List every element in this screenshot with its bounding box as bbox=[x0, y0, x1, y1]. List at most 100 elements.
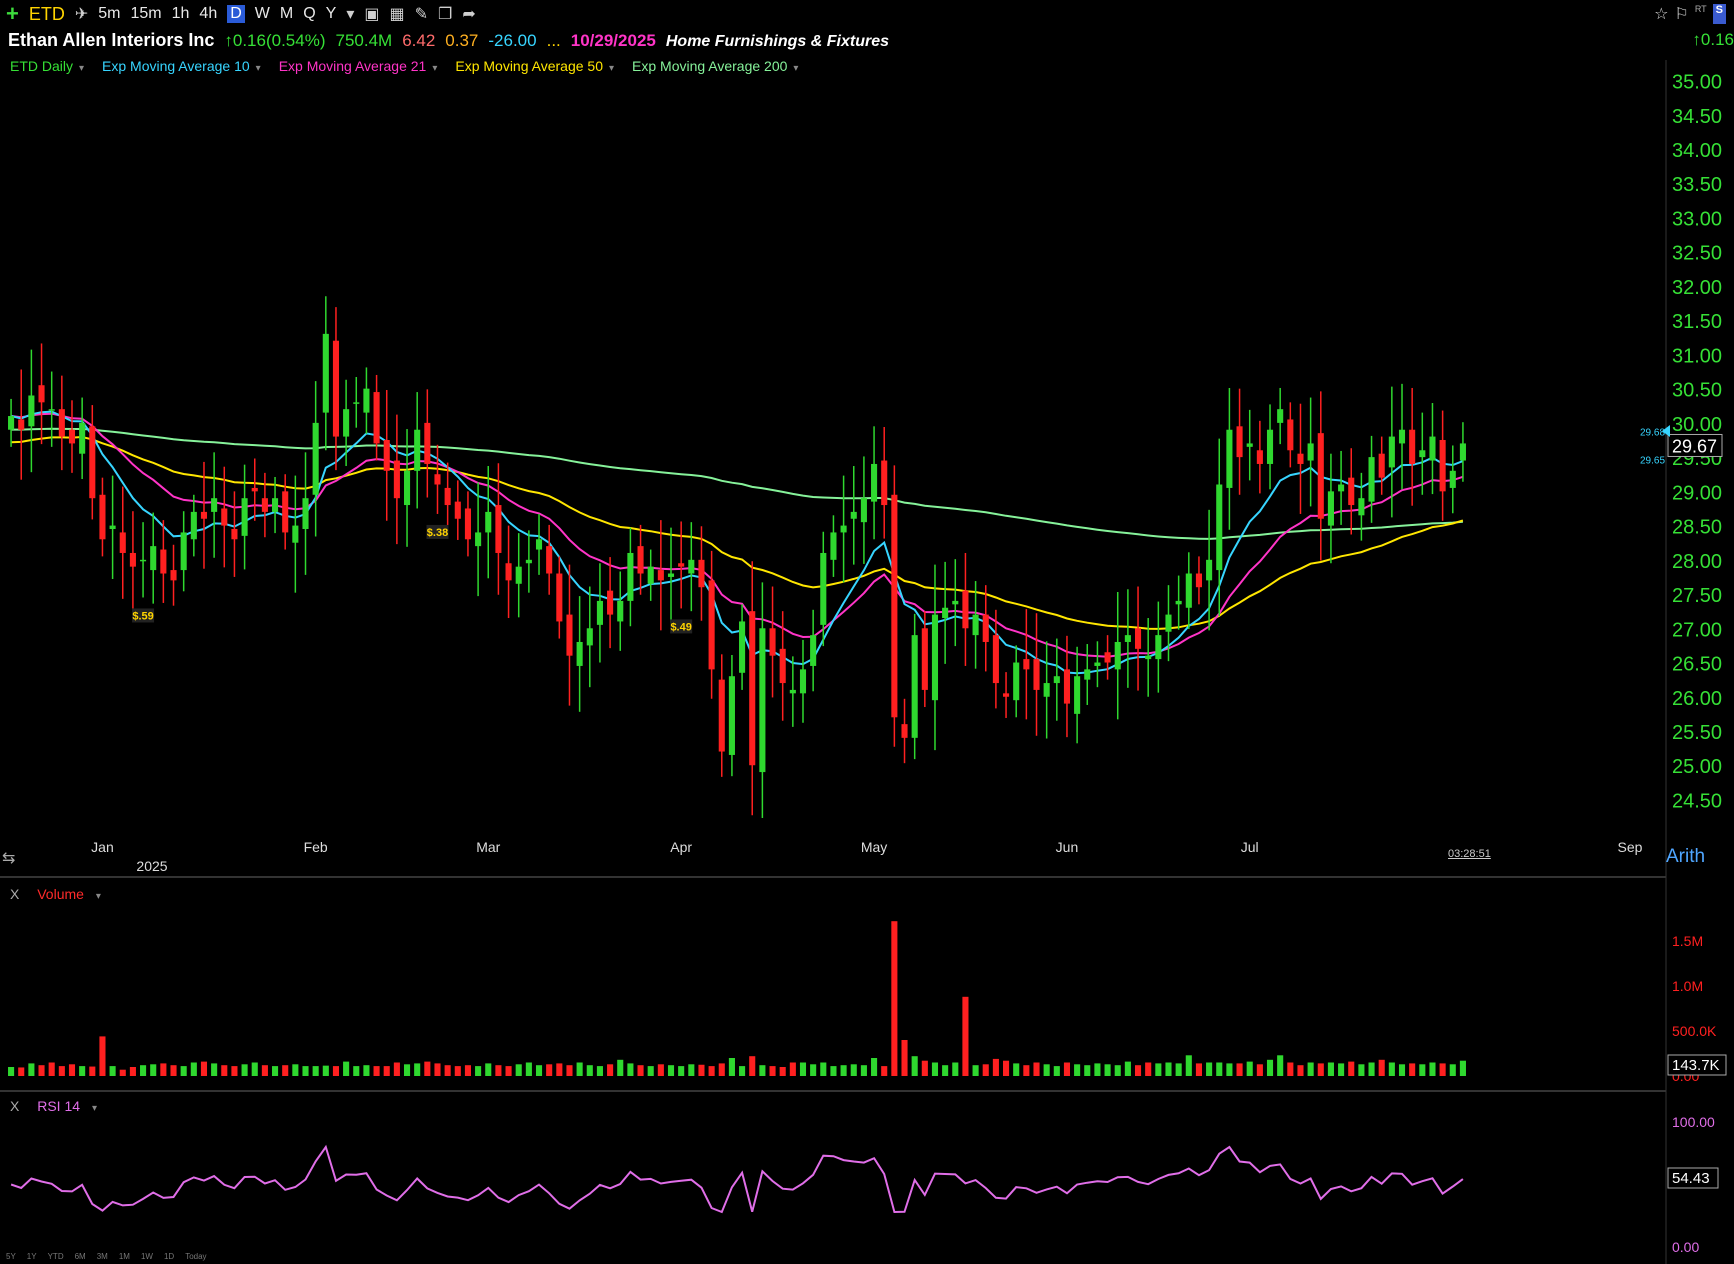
candle-body bbox=[1378, 453, 1385, 478]
volume-bar bbox=[1003, 1060, 1010, 1076]
ema-10-line bbox=[10, 410, 1464, 675]
rsi-title: RSI 14 bbox=[37, 1098, 81, 1114]
volume-bar bbox=[1388, 1062, 1395, 1076]
volume-bar bbox=[363, 1065, 370, 1076]
close-rsi-icon[interactable]: X bbox=[10, 1098, 19, 1114]
candle-body bbox=[140, 559, 147, 562]
candle-body bbox=[1266, 429, 1274, 464]
volume-bar bbox=[1165, 1062, 1172, 1076]
candle-body bbox=[343, 409, 350, 437]
y-tick-label: 29.00 bbox=[1672, 482, 1722, 504]
candle-body bbox=[109, 525, 116, 530]
volume-bar bbox=[28, 1063, 35, 1076]
candle-body bbox=[749, 611, 756, 766]
volume-bar bbox=[129, 1067, 136, 1076]
candle-body bbox=[1256, 450, 1263, 464]
volume-bar bbox=[1246, 1061, 1253, 1076]
candle-body bbox=[911, 635, 918, 738]
volume-bar bbox=[211, 1063, 218, 1076]
period-ytd[interactable]: YTD bbox=[48, 1252, 64, 1261]
volume-pane-label: X Volume ▾ bbox=[10, 886, 101, 902]
volume-bar bbox=[18, 1067, 25, 1076]
volume-bar bbox=[454, 1066, 461, 1076]
candle-body bbox=[1145, 655, 1152, 660]
volume-bar bbox=[403, 1064, 411, 1076]
volume-bar bbox=[1378, 1059, 1385, 1076]
period-1m[interactable]: 1M bbox=[119, 1252, 130, 1261]
link-icon[interactable]: ⇆ bbox=[2, 848, 15, 868]
period-1w[interactable]: 1W bbox=[141, 1252, 153, 1261]
y-tick-label: 31.00 bbox=[1672, 345, 1722, 367]
last-price-label: 29.67 bbox=[1672, 436, 1717, 456]
rsi-dropdown-icon[interactable]: ▾ bbox=[92, 1103, 97, 1114]
candle-body bbox=[190, 511, 197, 540]
candle-body bbox=[1195, 573, 1202, 588]
period-1y[interactable]: 1Y bbox=[27, 1252, 37, 1261]
candle-body bbox=[1398, 429, 1406, 444]
period-today[interactable]: Today bbox=[185, 1252, 206, 1261]
volume-bar bbox=[1033, 1062, 1040, 1076]
candle-body bbox=[150, 546, 157, 571]
volume-bar bbox=[1013, 1063, 1020, 1076]
y-tick-label: 27.00 bbox=[1672, 619, 1722, 641]
candle-body bbox=[789, 689, 796, 694]
volume-bar bbox=[1195, 1063, 1202, 1076]
volume-bar bbox=[688, 1064, 695, 1076]
y-tick-label: 33.00 bbox=[1672, 208, 1722, 230]
scale-mode[interactable]: Arith bbox=[1666, 846, 1705, 868]
period-5y[interactable]: 5Y bbox=[6, 1252, 16, 1261]
candle-body bbox=[363, 388, 370, 413]
candle-body bbox=[972, 614, 979, 636]
candle-body bbox=[1124, 635, 1131, 642]
price-chart[interactable]: 35.00 34.50 34.00 33.50 33.00 32.50 32.00 31.50… bbox=[0, 0, 1734, 1264]
candle-body bbox=[678, 563, 685, 567]
x-tick-label: Mar bbox=[476, 839, 500, 855]
candle-body bbox=[698, 559, 705, 588]
rsi-last-label: 54.43 bbox=[1672, 1170, 1710, 1187]
y-tick-label: 28.00 bbox=[1672, 551, 1722, 573]
candle-body bbox=[992, 635, 999, 684]
volume-bar bbox=[8, 1067, 15, 1076]
period-1d[interactable]: 1D bbox=[164, 1252, 174, 1261]
candle-body bbox=[586, 628, 593, 646]
candle-body bbox=[1368, 457, 1375, 502]
volume-bar bbox=[789, 1062, 796, 1076]
volume-bar bbox=[322, 1065, 329, 1076]
volume-bar bbox=[1459, 1060, 1466, 1076]
volume-bar bbox=[1023, 1065, 1030, 1076]
volume-bar bbox=[1063, 1062, 1071, 1076]
candle-body bbox=[627, 552, 634, 601]
candle-body bbox=[1003, 693, 1010, 697]
volume-dropdown-icon[interactable]: ▾ bbox=[96, 891, 101, 902]
candle-body bbox=[99, 494, 106, 540]
volume-bar bbox=[779, 1067, 786, 1076]
candle-body bbox=[444, 487, 451, 506]
x-tick-label: Jan bbox=[91, 839, 114, 855]
y-tick-label: 27.50 bbox=[1672, 585, 1722, 607]
volume-tick-label: 1.5M bbox=[1672, 933, 1703, 949]
period-6m[interactable]: 6M bbox=[75, 1252, 86, 1261]
volume-bar bbox=[1104, 1064, 1111, 1076]
volume-bar bbox=[231, 1066, 238, 1076]
volume-bar bbox=[1185, 1055, 1192, 1076]
volume-bar bbox=[373, 1066, 380, 1076]
volume-bar bbox=[1074, 1064, 1081, 1076]
volume-bar bbox=[728, 1058, 735, 1076]
x-tick-label: Feb bbox=[304, 839, 328, 855]
candle-body bbox=[647, 566, 654, 584]
close-volume-icon[interactable]: X bbox=[10, 886, 19, 902]
volume-bar bbox=[1124, 1061, 1131, 1076]
candle-body bbox=[1277, 409, 1284, 423]
rsi-tick-label: 0.00 bbox=[1672, 1239, 1699, 1255]
candle-body bbox=[688, 559, 695, 574]
volume-bar bbox=[292, 1064, 299, 1076]
candle-body bbox=[119, 532, 126, 553]
volume-bar bbox=[840, 1065, 847, 1076]
volume-bar bbox=[38, 1065, 45, 1076]
candle-body bbox=[891, 494, 898, 718]
candle-body bbox=[1338, 484, 1345, 492]
period-3m[interactable]: 3M bbox=[97, 1252, 108, 1261]
volume-bar bbox=[1317, 1063, 1324, 1076]
candle-body bbox=[637, 546, 644, 574]
candle-body bbox=[607, 590, 614, 615]
